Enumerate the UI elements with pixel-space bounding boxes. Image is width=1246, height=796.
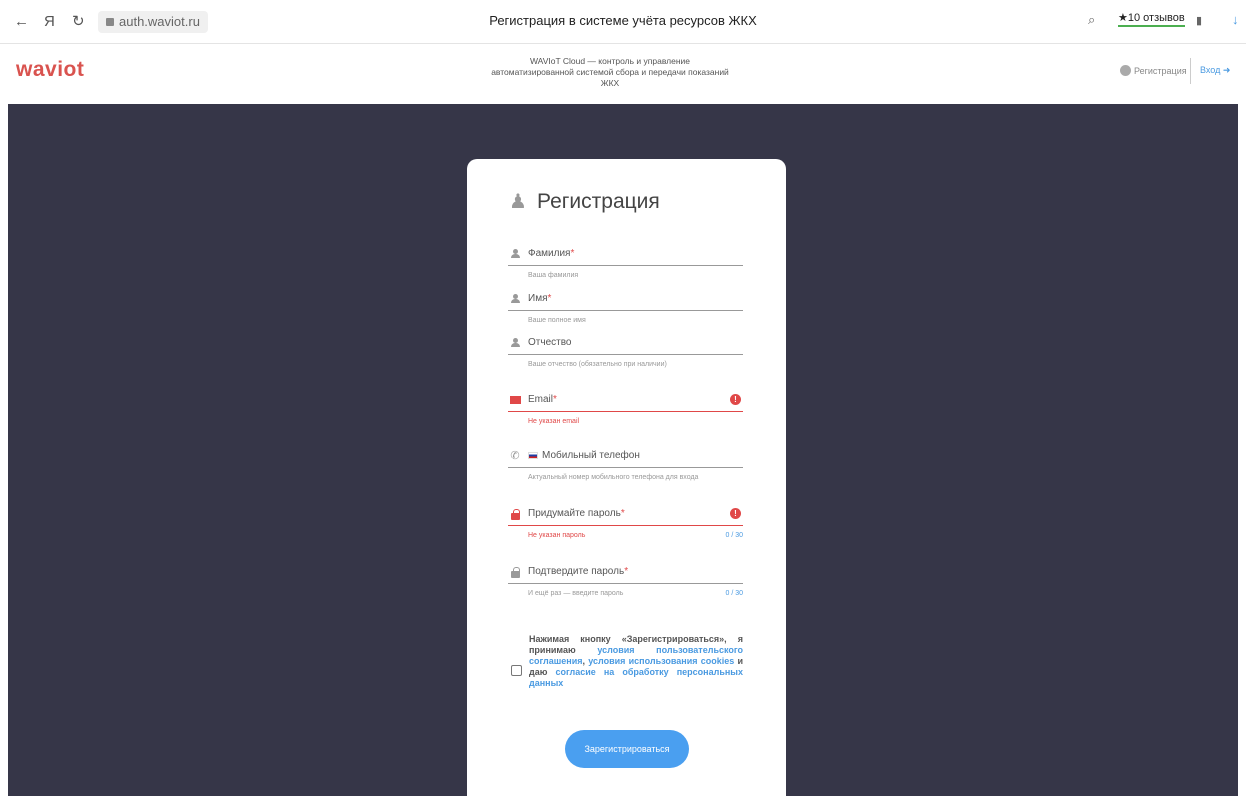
header-register-label: Регистрация	[1134, 66, 1187, 76]
email-input[interactable]: Email* !	[508, 390, 743, 412]
waviot-logo[interactable]: waviot	[16, 58, 84, 82]
last-name-input[interactable]: Фамилия*	[508, 244, 743, 266]
header-register-link[interactable]: Регистрация	[1120, 65, 1187, 76]
person-add-icon: ♟	[509, 191, 527, 213]
first-name-label: Имя*	[528, 293, 552, 304]
user-icon	[508, 336, 522, 350]
last-name-field[interactable]: Фамилия* Ваша фамилия	[508, 244, 743, 282]
phone-label: Мобильный телефон	[528, 450, 640, 461]
tagline-line-2: автоматизированной системой сбора и пере…	[491, 67, 729, 77]
avatar-icon	[1120, 65, 1131, 76]
consent-text: Нажимая кнопку «Зарегистрироваться», я п…	[529, 634, 744, 688]
registration-card: ♟ Регистрация Фамилия* Ваша фамилия Имя* …	[467, 159, 786, 796]
phone-input[interactable]: ✆ Мобильный телефон	[508, 446, 743, 468]
confirm-password-hint: И ещё раз — введите пароль 0 / 30	[528, 590, 743, 597]
tagline: WAVIoT Cloud — контроль и управление авт…	[470, 56, 750, 89]
password-label: Придумайте пароль*	[528, 508, 625, 519]
confirm-password-input[interactable]: Подтвердите пароль*	[508, 562, 743, 584]
password-input[interactable]: Придумайте пароль* !	[508, 504, 743, 526]
user-icon	[508, 292, 522, 306]
register-button[interactable]: Зарегистрироваться	[565, 730, 689, 768]
email-error-text: Не указан email	[528, 418, 580, 425]
last-name-label: Фамилия*	[528, 248, 575, 259]
header-login-label: Вход	[1200, 65, 1221, 75]
page-title: Регистрация в системе учёта ресурсов ЖКХ	[489, 13, 757, 28]
download-icon[interactable]: ↓	[1232, 12, 1239, 27]
confirm-password-label: Подтвердите пароль*	[528, 566, 629, 577]
middle-name-input[interactable]: Отчество	[508, 333, 743, 355]
password-counter: 0 / 30	[725, 532, 743, 539]
consent-block: Нажимая кнопку «Зарегистрироваться», я п…	[511, 634, 743, 689]
form-title-text: Регистрация	[537, 190, 660, 213]
first-name-input[interactable]: Имя*	[508, 289, 743, 311]
email-field[interactable]: Email* ! Не указан email	[508, 390, 743, 428]
phone-field[interactable]: ✆ Мобильный телефон Актуальный номер моб…	[508, 446, 743, 484]
middle-name-field[interactable]: Отчество Ваше отчество (обязательно при …	[508, 333, 743, 371]
password-error-text: Не указан пароль 0 / 30	[528, 532, 743, 539]
middle-name-label: Отчество	[528, 337, 572, 348]
tagline-line-1: WAVIoT Cloud — контроль и управление	[529, 56, 691, 66]
first-name-field[interactable]: Имя* Ваше полное имя	[508, 289, 743, 327]
email-label: Email*	[528, 394, 557, 405]
site-header: waviot WAVIoT Cloud — контроль и управле…	[0, 44, 1246, 104]
lock-icon	[508, 507, 522, 521]
russia-flag-icon[interactable]	[528, 452, 538, 459]
confirm-password-field[interactable]: Подтвердите пароль* И ещё раз — введите …	[508, 562, 743, 600]
cookies-link[interactable]: условия использования cookies	[588, 656, 734, 666]
password-field[interactable]: Придумайте пароль* ! Не указан пароль 0 /…	[508, 504, 743, 542]
lock-icon	[508, 565, 522, 579]
search-icon[interactable]: ⌕	[1088, 12, 1095, 28]
form-title: ♟ Регистрация	[509, 189, 660, 214]
last-name-hint: Ваша фамилия	[528, 272, 579, 279]
consent-checkbox[interactable]	[511, 665, 522, 676]
phone-hint: Актуальный номер мобильного телефона для…	[528, 474, 699, 481]
tagline-line-3: ЖКХ	[600, 78, 620, 88]
bookmark-icon[interactable]: ▮	[1196, 14, 1202, 27]
error-icon: !	[730, 394, 741, 405]
browser-toolbar: ← Я ↻ auth.waviot.ru Регистрация в систе…	[0, 0, 1246, 44]
reviews-button[interactable]: ★10 отзывов	[1118, 11, 1185, 27]
error-icon: !	[730, 508, 741, 519]
login-icon: ➜	[1222, 65, 1231, 75]
header-divider	[1190, 58, 1191, 84]
mail-icon	[508, 393, 522, 407]
personal-data-link[interactable]: согласие на обработку персональных данны…	[529, 667, 743, 688]
middle-name-hint: Ваше отчество (обязательно при наличии)	[528, 361, 667, 368]
phone-icon: ✆	[510, 450, 520, 462]
user-icon	[508, 247, 522, 261]
header-login-link[interactable]: Вход ➜	[1200, 65, 1230, 76]
confirm-password-counter: 0 / 30	[725, 590, 743, 597]
first-name-hint: Ваше полное имя	[528, 317, 586, 324]
